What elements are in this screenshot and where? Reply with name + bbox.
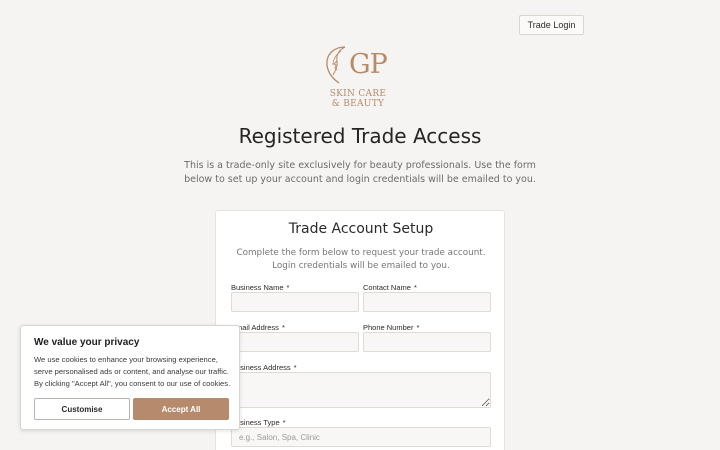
form-subtitle: Complete the form below to request your … — [236, 248, 486, 271]
customise-button[interactable]: Customise — [34, 398, 130, 420]
trade-login-button[interactable]: Trade Login — [519, 15, 584, 35]
phone-number-input[interactable] — [363, 332, 491, 352]
business-name-label: Business Name * — [231, 283, 290, 292]
contact-name-label: Contact Name * — [363, 283, 417, 292]
form-title: Trade Account Setup — [288, 221, 434, 237]
brand-logo: GP SKIN CARE & BEAUTY — [323, 45, 393, 109]
business-name-input[interactable] — [231, 292, 359, 312]
phone-number-label: Phone Number * — [363, 323, 420, 332]
contact-name-input[interactable] — [363, 292, 491, 312]
logo-tagline-line2: & BEAUTY — [331, 99, 385, 109]
logo-monogram: GP — [349, 49, 388, 80]
cookie-banner-text: We use cookies to enhance your browsing … — [34, 355, 231, 388]
logo-tagline-line1: SKIN CARE — [329, 89, 387, 99]
page-intro: This is a trade-only site exclusively fo… — [184, 160, 536, 185]
trade-account-form: Trade Account Setup Complete the form be… — [215, 210, 505, 450]
business-address-textarea[interactable] — [231, 372, 491, 408]
cookie-consent-banner: We value your privacy We use cookies to … — [20, 325, 240, 430]
page-title: Registered Trade Access — [238, 124, 482, 148]
email-address-input[interactable] — [231, 332, 359, 352]
business-type-input[interactable] — [231, 427, 491, 447]
accept-all-button[interactable]: Accept All — [133, 398, 229, 420]
cookie-banner-title: We value your privacy — [34, 337, 140, 348]
business-address-label: Business Address * — [231, 363, 297, 372]
